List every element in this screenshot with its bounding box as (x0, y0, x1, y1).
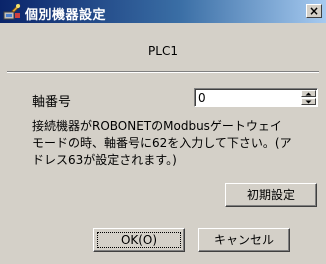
description-line: モードの時、軸番号に62を入力して下さい。(ア (32, 136, 292, 150)
title-bar: 個別機器設定 × (0, 0, 326, 23)
description-text: 接続機器がROBONETのModbusゲートウェイ モードの時、軸番号に62を入… (32, 118, 322, 169)
axis-number-label: 軸番号 (32, 95, 72, 110)
cancel-button[interactable]: キャンセル (198, 228, 290, 252)
axis-number-stepper[interactable] (194, 88, 318, 107)
focus-rect (97, 232, 181, 248)
spin-up-button[interactable] (301, 90, 316, 97)
description-line: ドレス63が設定されます。) (32, 153, 177, 167)
ok-button[interactable]: OK(O) (93, 228, 185, 252)
initial-settings-button[interactable]: 初期設定 (225, 183, 317, 207)
arrow-up-icon (305, 92, 312, 96)
arrow-down-icon (305, 100, 312, 104)
description-line: 接続機器がROBONETのModbusゲートウェイ (32, 119, 282, 133)
close-button[interactable]: × (306, 4, 322, 18)
window-title: 個別機器設定 (25, 8, 107, 23)
device-name: PLC1 (148, 44, 178, 58)
axis-number-input[interactable] (197, 90, 299, 105)
separator (7, 71, 319, 73)
device-settings-icon (3, 3, 21, 20)
spin-down-button[interactable] (301, 98, 316, 105)
spin-control (301, 90, 316, 105)
